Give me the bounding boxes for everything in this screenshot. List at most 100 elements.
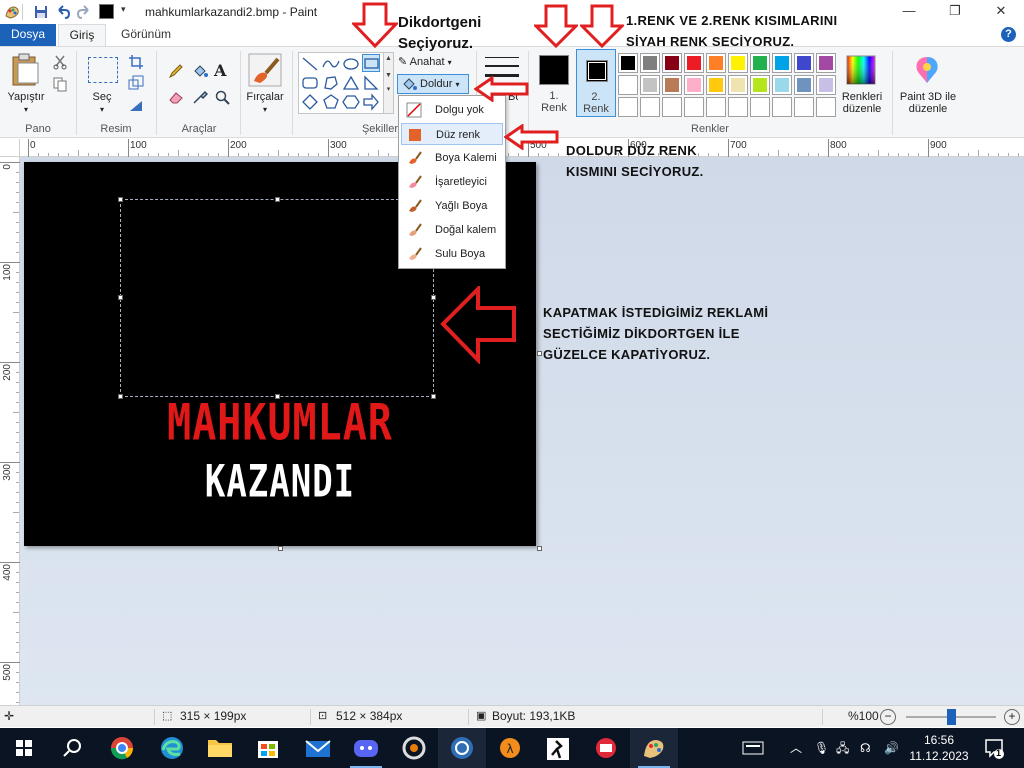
rotate-icon[interactable] — [128, 97, 144, 113]
outline-button[interactable]: ✎ Anahat ▾ — [398, 55, 452, 71]
palette-color[interactable] — [794, 75, 814, 95]
tab-file[interactable]: Dosya — [0, 24, 56, 46]
brushes-icon[interactable] — [248, 53, 282, 87]
maximize-button[interactable]: ❐ — [932, 0, 978, 24]
fill-menu-item[interactable]: Dolgu yok — [401, 99, 503, 121]
zoom-in-button[interactable]: + — [1004, 709, 1020, 725]
customize-dropdown-icon[interactable]: ▾ — [121, 4, 126, 20]
line-shape-icon[interactable] — [301, 55, 319, 73]
zoom-out-button[interactable]: − — [880, 709, 896, 725]
palette-color[interactable] — [794, 53, 814, 73]
select-label[interactable]: Seç — [82, 91, 122, 103]
palette-custom-color[interactable] — [794, 97, 814, 117]
search-button[interactable] — [48, 728, 96, 768]
hexagon-shape-icon[interactable] — [342, 93, 360, 111]
palette-color[interactable] — [728, 53, 748, 73]
fill-bucket-icon[interactable] — [192, 63, 208, 79]
start-button[interactable] — [0, 728, 48, 768]
palette-color[interactable] — [772, 53, 792, 73]
polygon-shape-icon[interactable] — [322, 74, 340, 92]
taskbar-app-circle[interactable] — [438, 728, 486, 768]
palette-color[interactable] — [640, 75, 660, 95]
rounded-rectangle-shape-icon[interactable] — [301, 74, 319, 92]
palette-color[interactable] — [772, 75, 792, 95]
help-icon[interactable]: ? — [1001, 27, 1016, 42]
taskbar-chrome[interactable] — [98, 728, 146, 768]
resize-handle[interactable] — [118, 295, 123, 300]
palette-color[interactable] — [706, 75, 726, 95]
crop-icon[interactable] — [128, 54, 144, 70]
paint3d-icon[interactable] — [912, 55, 942, 85]
right-triangle-shape-icon[interactable] — [362, 74, 380, 92]
minimize-button[interactable]: — — [886, 0, 932, 24]
resize-icon[interactable] — [128, 75, 144, 91]
taskbar-app-blender-like[interactable] — [390, 728, 438, 768]
text-tool-icon[interactable]: A — [214, 61, 226, 80]
fill-menu-item[interactable]: Düz renk — [401, 123, 503, 145]
fill-menu-item[interactable]: Yağlı Boya — [401, 195, 503, 217]
right-arrow-shape-icon[interactable] — [362, 93, 380, 111]
triangle-shape-icon[interactable] — [342, 74, 360, 92]
resize-handle[interactable] — [431, 295, 436, 300]
taskbar-mail[interactable] — [294, 728, 342, 768]
tab-home[interactable]: Giriş — [58, 24, 106, 46]
palette-custom-color[interactable] — [640, 97, 660, 117]
oval-shape-icon[interactable] — [342, 55, 360, 73]
zoom-slider-thumb[interactable] — [947, 709, 956, 725]
fill-menu-item[interactable]: İşaretleyici — [401, 171, 503, 193]
palette-custom-color[interactable] — [728, 97, 748, 117]
paste-icon[interactable] — [10, 53, 42, 87]
taskbar-counter-strike[interactable] — [534, 728, 582, 768]
taskbar-edge[interactable] — [148, 728, 196, 768]
palette-custom-color[interactable] — [662, 97, 682, 117]
brushes-label[interactable]: Fırçalar — [242, 91, 288, 103]
palette-color[interactable] — [662, 75, 682, 95]
palette-custom-color[interactable] — [618, 97, 638, 117]
palette-color[interactable] — [684, 75, 704, 95]
clock[interactable]: 16:56 11.12.2023 — [908, 732, 970, 764]
copy-icon[interactable] — [52, 76, 68, 92]
palette-color[interactable] — [706, 53, 726, 73]
taskbar-file-explorer[interactable] — [196, 728, 244, 768]
palette-custom-color[interactable] — [816, 97, 836, 117]
headset-icon[interactable]: ☊ — [860, 728, 871, 768]
canvas-resize-handle[interactable] — [537, 351, 542, 356]
palette-color[interactable] — [816, 53, 836, 73]
resize-handle[interactable] — [275, 197, 280, 202]
select-dropdown-icon[interactable]: ▾ — [82, 104, 122, 116]
fill-button[interactable]: Doldur ▾ — [397, 74, 469, 94]
fill-menu-item[interactable]: Boya Kalemi — [401, 147, 503, 169]
curve-shape-icon[interactable] — [322, 55, 340, 73]
color2-button[interactable]: 2. Renk — [576, 49, 616, 117]
select-icon[interactable] — [88, 57, 118, 83]
selection-rectangle[interactable] — [118, 197, 436, 399]
palette-color[interactable] — [816, 75, 836, 95]
palette-color[interactable] — [618, 75, 638, 95]
undo-icon[interactable] — [55, 4, 71, 20]
palette-color[interactable] — [728, 75, 748, 95]
notification-center-button[interactable]: 1 — [982, 728, 1006, 768]
taskbar-app-red[interactable] — [582, 728, 630, 768]
redo-icon[interactable] — [76, 4, 92, 20]
close-button[interactable]: ✕ — [978, 0, 1024, 24]
shapes-gallery-scroll[interactable]: ▲ ▼ ▾ — [384, 52, 394, 114]
brushes-dropdown-icon[interactable]: ▾ — [242, 104, 288, 116]
rectangle-shape-icon[interactable] — [362, 54, 380, 72]
network-icon[interactable]: 🖧 — [836, 728, 849, 768]
palette-custom-color[interactable] — [772, 97, 792, 117]
palette-custom-color[interactable] — [706, 97, 726, 117]
taskbar-store[interactable] — [244, 728, 292, 768]
paste-dropdown-icon[interactable]: ▾ — [2, 104, 50, 116]
show-hidden-icons-icon[interactable]: ︿ — [790, 728, 802, 768]
palette-color[interactable] — [750, 75, 770, 95]
tab-view[interactable]: Görünüm — [114, 24, 178, 46]
color-swatch-icon[interactable] — [99, 4, 114, 19]
fill-menu-item[interactable]: Doğal kalem — [401, 219, 503, 241]
palette-color[interactable] — [640, 53, 660, 73]
microphone-icon[interactable]: 🎙 — [814, 728, 829, 768]
palette-custom-color[interactable] — [684, 97, 704, 117]
palette-color[interactable] — [618, 53, 638, 73]
taskbar-discord[interactable] — [342, 728, 390, 768]
edit-colors-label[interactable]: Renkleri düzenle — [836, 91, 888, 115]
resize-handle[interactable] — [118, 197, 123, 202]
